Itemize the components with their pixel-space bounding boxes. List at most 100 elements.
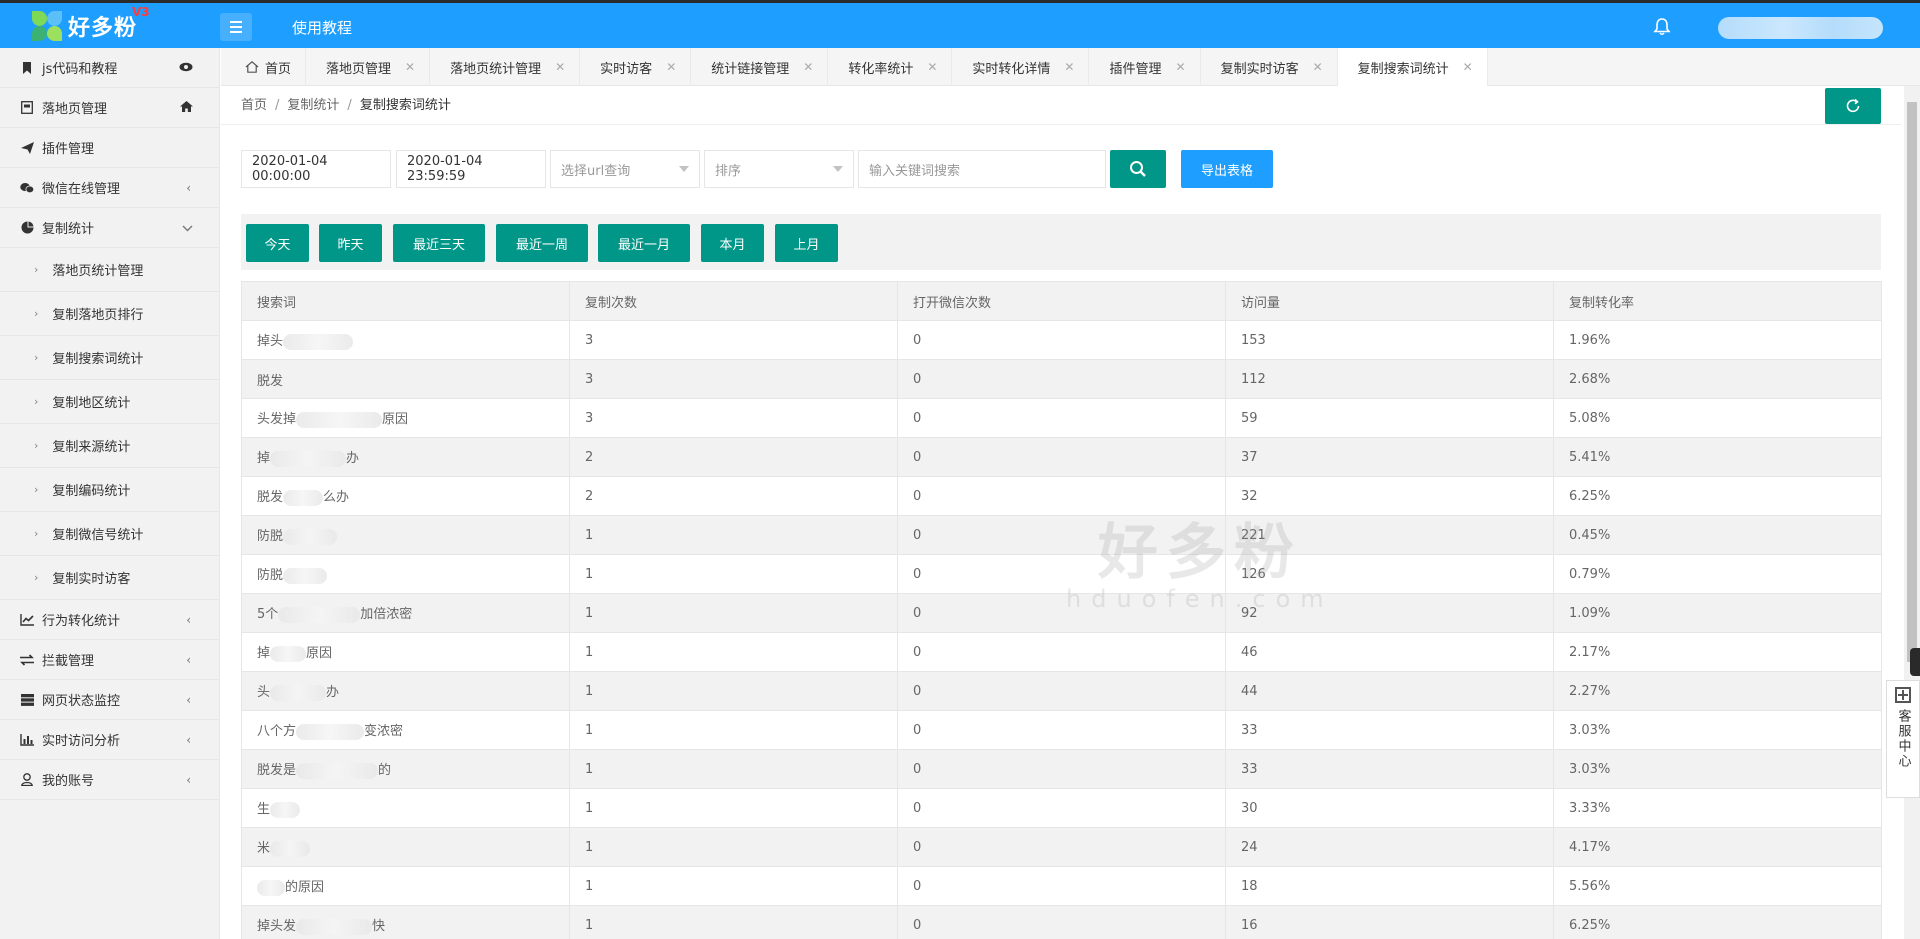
end-time-input[interactable]: 2020-01-04 23:59:59 xyxy=(396,150,546,188)
close-icon[interactable]: ✕ xyxy=(666,60,676,74)
column-header[interactable]: 访问量 xyxy=(1225,281,1554,321)
sidebar-subitem-realtime-visitors[interactable]: › 复制实时访客 xyxy=(0,556,219,600)
range-yesterday-button[interactable]: 昨天 xyxy=(319,224,382,262)
sidebar-item-behavior-conversion[interactable]: 行为转化统计 ‹ xyxy=(0,600,219,640)
column-header[interactable]: 打开微信次数 xyxy=(897,281,1226,321)
close-icon[interactable]: ✕ xyxy=(405,60,415,74)
table-row: 米 1 0 24 4.17% xyxy=(241,827,1882,867)
wechat-open-count-cell: 0 xyxy=(897,320,1226,360)
tab-copy-search-terms[interactable]: 复制搜索词统计 ✕ xyxy=(1337,48,1488,86)
breadcrumb-home[interactable]: 首页 xyxy=(241,98,267,113)
copy-conversion-rate-cell: 3.33% xyxy=(1553,788,1882,828)
scrollbar-thumb[interactable] xyxy=(1907,102,1917,662)
column-header[interactable]: 搜索词 xyxy=(241,281,570,321)
close-icon[interactable]: ✕ xyxy=(1313,60,1323,74)
export-table-button[interactable]: 导出表格 xyxy=(1181,150,1273,188)
tab-stat-links[interactable]: 统计链接管理 ✕ xyxy=(691,48,829,86)
tab-conversion-rate[interactable]: 转化率统计 ✕ xyxy=(828,48,953,86)
keyword-search-input[interactable]: 输入关键词搜索 xyxy=(858,150,1106,188)
breadcrumb-copy-stats[interactable]: 复制统计 xyxy=(287,98,339,113)
tab-landing-pages[interactable]: 落地页管理 ✕ xyxy=(306,48,431,86)
sidebar-item-plugins[interactable]: 插件管理 xyxy=(0,128,219,168)
tab-realtime-conversion[interactable]: 实时转化详情 ✕ xyxy=(952,48,1090,86)
user-menu[interactable] xyxy=(1718,17,1883,39)
eye-icon[interactable] xyxy=(179,61,193,75)
visit-count-cell: 44 xyxy=(1225,671,1554,711)
close-icon[interactable]: ✕ xyxy=(1463,60,1473,74)
tab-landing-stats[interactable]: 落地页统计管理 ✕ xyxy=(430,48,581,86)
url-select[interactable]: 选择url查询 xyxy=(550,150,700,188)
range-today-button[interactable]: 今天 xyxy=(246,224,309,262)
visit-count-cell: 33 xyxy=(1225,749,1554,789)
sidebar-item-landing-pages[interactable]: 落地页管理 xyxy=(0,88,219,128)
sidebar-subitem-wechat-id[interactable]: › 复制微信号统计 xyxy=(0,512,219,556)
search-term-prefix: 头 xyxy=(257,685,271,701)
range-last-month-button[interactable]: 上月 xyxy=(775,224,838,262)
sidebar-item-realtime-analysis[interactable]: 实时访问分析 ‹ xyxy=(0,720,219,760)
sidebar-subitem-landing-stats[interactable]: › 落地页统计管理 xyxy=(0,248,219,292)
end-time-value: 2020-01-04 23:59:59 xyxy=(407,154,483,184)
tab-label: 落地页管理 xyxy=(326,61,392,77)
search-term-suffix: 加倍浓密 xyxy=(360,607,413,623)
logo[interactable]: 好多粉 V3 xyxy=(0,3,220,48)
sidebar-item-intercept[interactable]: 拦截管理 ‹ xyxy=(0,640,219,680)
redacted-text xyxy=(296,762,379,779)
chevron-right-icon: › xyxy=(34,263,39,276)
search-term-cell: 脱发 么办 xyxy=(241,476,570,516)
tutorial-link[interactable]: 使用教程 xyxy=(292,17,352,38)
sidebar-item-js-code[interactable]: js代码和教程 xyxy=(0,48,219,88)
search-term-cell: 5个 加倍浓密 xyxy=(241,593,570,633)
chevron-left-icon: ‹ xyxy=(186,772,191,787)
menu-toggle-button[interactable] xyxy=(220,13,252,41)
range-month-button[interactable]: 最近一月 xyxy=(598,224,690,262)
close-icon[interactable]: ✕ xyxy=(1064,60,1074,74)
wechat-open-count-cell: 0 xyxy=(897,866,1226,906)
refresh-button[interactable] xyxy=(1825,88,1881,124)
range-week-button[interactable]: 最近一周 xyxy=(496,224,588,262)
tab-copy-realtime-visitors[interactable]: 复制实时访客 ✕ xyxy=(1201,48,1338,86)
sidebar-item-page-monitor[interactable]: 网页状态监控 ‹ xyxy=(0,680,219,720)
page-scrollbar[interactable] xyxy=(1904,86,1920,939)
edge-handle[interactable] xyxy=(1910,648,1920,676)
sidebar-subitem-search-terms[interactable]: › 复制搜索词统计 xyxy=(0,336,219,380)
range-this-month-button[interactable]: 本月 xyxy=(701,224,764,262)
send-icon xyxy=(20,141,34,155)
table-row: 防脱 1 0 221 0.45% xyxy=(241,515,1882,555)
tab-realtime-visitors[interactable]: 实时访客 ✕ xyxy=(580,48,692,86)
tab-home[interactable]: 首页 xyxy=(221,48,307,86)
redacted-text xyxy=(296,723,365,740)
sidebar-item-my-account[interactable]: 我的账号 ‹ xyxy=(0,760,219,800)
column-header[interactable]: 复制转化率 xyxy=(1553,281,1882,321)
sidebar-item-wechat-online[interactable]: 微信在线管理 ‹ xyxy=(0,168,219,208)
column-header[interactable]: 复制次数 xyxy=(569,281,898,321)
sidebar-item-copy-stats[interactable]: 复制统计 xyxy=(0,208,219,248)
wechat-open-count-cell: 0 xyxy=(897,905,1226,939)
copy-conversion-rate-cell: 1.96% xyxy=(1553,320,1882,360)
tab-bar: 首页 落地页管理 ✕ 落地页统计管理 ✕ 实时访客 ✕ 统计链接管理 ✕ 转化率统计 ✕ … xyxy=(221,48,1920,86)
sidebar-subitem-source[interactable]: › 复制来源统计 xyxy=(0,424,219,468)
sidebar-subitem-label: 落地页统计管理 xyxy=(52,264,144,279)
table-row: 头办 1 0 44 2.27% xyxy=(241,671,1882,711)
close-icon[interactable]: ✕ xyxy=(555,60,565,74)
bell-icon[interactable] xyxy=(1652,17,1672,37)
sidebar-subitem-encoding[interactable]: › 复制编码统计 xyxy=(0,468,219,512)
tab-label: 插件管理 xyxy=(1109,61,1162,77)
tab-plugins[interactable]: 插件管理 ✕ xyxy=(1089,48,1201,86)
home-icon xyxy=(180,100,193,115)
close-icon[interactable]: ✕ xyxy=(1176,60,1186,74)
sort-select[interactable]: 排序 xyxy=(704,150,854,188)
close-icon[interactable]: ✕ xyxy=(803,60,813,74)
wechat-open-count-cell: 0 xyxy=(897,749,1226,789)
sidebar-subitem-region[interactable]: › 复制地区统计 xyxy=(0,380,219,424)
customer-service-widget[interactable]: 客服中心 xyxy=(1886,680,1920,798)
chevron-right-icon: › xyxy=(34,527,39,540)
table-row: 掉 原因 1 0 46 2.17% xyxy=(241,632,1882,672)
sidebar-subitem-landing-ranking[interactable]: › 复制落地页排行 xyxy=(0,292,219,336)
close-icon[interactable]: ✕ xyxy=(927,60,937,74)
swap-icon xyxy=(20,653,34,667)
range-3days-button[interactable]: 最近三天 xyxy=(393,224,485,262)
search-term-prefix: 生 xyxy=(257,802,271,818)
start-time-input[interactable]: 2020-01-04 00:00:00 xyxy=(241,150,391,188)
search-button[interactable] xyxy=(1110,150,1166,188)
table-row: 防脱 1 0 126 0.79% xyxy=(241,554,1882,594)
